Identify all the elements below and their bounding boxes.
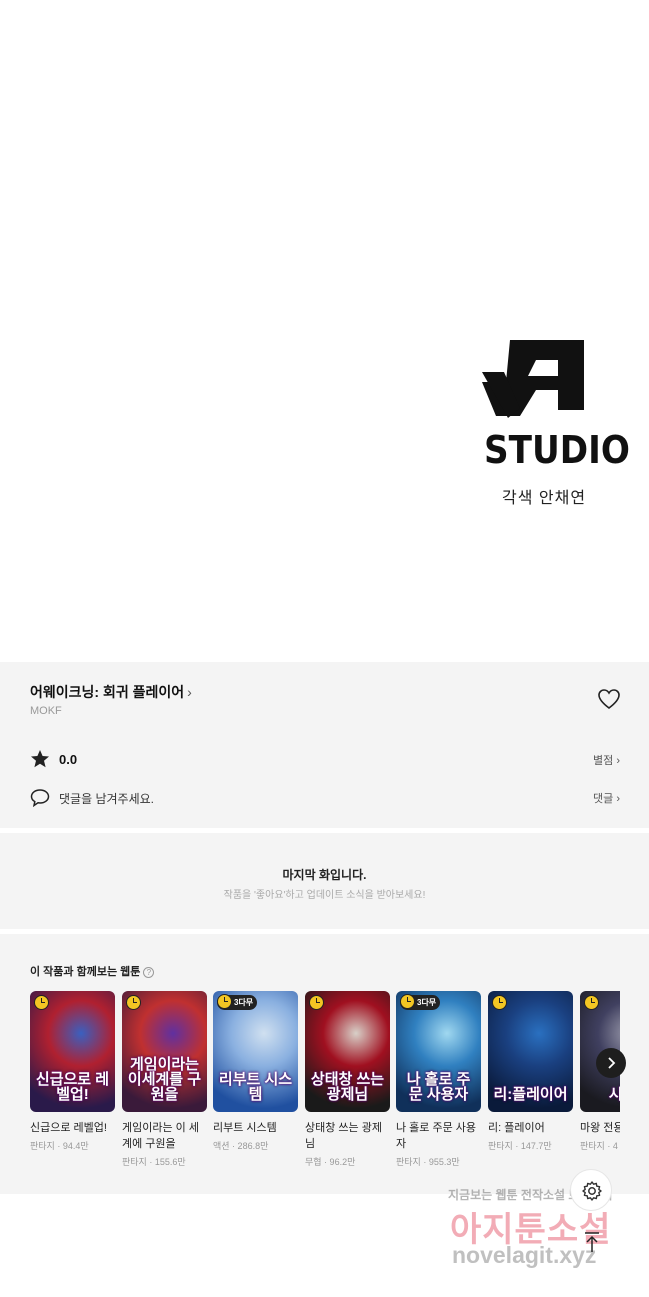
series-title: 어웨이크닝: 회귀 플레이어: [30, 684, 185, 700]
recommendation-carousel: 신급으로 레벨업! 신급으로 레벨업! 판타지 · 94.4만 게임이라는 이세계를 …: [30, 991, 620, 1191]
cover-logo-text: 나 홀로 주문 사용자: [406, 1071, 471, 1103]
recommendation-cover: 신급으로 레벨업!: [30, 991, 115, 1112]
series-author: MOKF: [30, 705, 62, 717]
recommendation-meta: 판타지 · 155.6만: [122, 1157, 186, 1167]
last-episode-title: 마지막 화입니다.: [282, 868, 367, 882]
series-info-panel: 어웨이크닝: 회귀 플레이어 › MOKF 0.0 별점 › 댓글을 남겨주세요.…: [0, 662, 649, 828]
scroll-to-top-button[interactable]: [576, 1226, 608, 1258]
recommendation-card[interactable]: 상태창 쓰는 광제님 상태창 쓰는 광제님 무협 · 96.2만: [305, 991, 390, 1168]
cover-logo-text: 리부트 시스템: [218, 1071, 293, 1103]
recommendation-meta: 판타지 · 94.4만: [30, 1141, 89, 1151]
help-icon[interactable]: ?: [143, 967, 155, 978]
arrow-up-icon: [585, 1232, 599, 1252]
recommendation-cover: 나 홀로 주문 사용자 3다무: [396, 991, 481, 1112]
last-episode-subtitle: 작품을 '좋아요'하고 업데이트 소식을 받아보세요!: [223, 890, 426, 901]
recommendation-title: 상태창 쓰는 광제님: [305, 1122, 382, 1150]
rate-link-label: 별점: [593, 755, 614, 767]
recommendation-meta: 판타지 · 955.3만: [396, 1157, 460, 1167]
recommendation-meta: 판타지 · 147.7만: [488, 1141, 552, 1151]
comments-link-label: 댓글: [593, 793, 614, 805]
recommendation-meta: 액션 · 286.8만: [213, 1141, 269, 1151]
star-icon: [31, 750, 49, 768]
recommendation-title: 게임이라는 이 세계에 구원을: [122, 1122, 199, 1150]
last-episode-notice: 마지막 화입니다. 작품을 '좋아요'하고 업데이트 소식을 받아보세요!: [0, 833, 649, 929]
clock-icon: [126, 995, 141, 1010]
rating-score: 0.0: [59, 752, 78, 767]
comment-bubble-icon: [30, 789, 50, 807]
recommendation-heading-text: 이 작품과 함께보는 웹툰: [30, 966, 141, 978]
recommendation-heading: 이 작품과 함께보는 웹툰?: [30, 963, 155, 979]
cover-logo-text: 게임이라는 이세계를 구원을: [127, 1056, 202, 1103]
comic-panel: STUDIO 각색 안채연: [0, 0, 649, 662]
comment-prompt[interactable]: 댓글을 남겨주세요.: [59, 790, 154, 807]
watermark-line3: novelagit.xyz: [452, 1242, 597, 1268]
badge-label: 3다무: [417, 998, 437, 1007]
recommendation-title: 리부트 시스템: [213, 1122, 277, 1134]
recommendation-section: 이 작품과 함께보는 웹툰? 신급으로 레벨업! 신급으로 레벨업! 판타지 · 9…: [0, 934, 649, 1194]
comment-row: 댓글을 남겨주세요. 댓글 ›: [30, 787, 620, 809]
chevron-right-icon: ›: [187, 684, 192, 700]
recommendation-title: 나 홀로 주문 사용자: [396, 1122, 477, 1150]
rate-link[interactable]: 별점 ›: [593, 752, 620, 768]
clock-icon: [584, 995, 599, 1010]
clock-icon: [217, 994, 232, 1009]
clock-icon: [400, 994, 415, 1009]
recommendation-cover: 상태창 쓰는 광제님: [305, 991, 390, 1112]
recommendation-cover: 게임이라는 이세계를 구원을: [122, 991, 207, 1112]
carousel-next-button[interactable]: [596, 1048, 626, 1078]
free-wait-badge: 3다무: [400, 994, 441, 1010]
recommendation-cover: 리부트 시스템 3다무: [213, 991, 298, 1112]
recommendation-meta: 무협 · 96.2만: [305, 1157, 356, 1167]
recommendation-card[interactable]: 신급으로 레벨업! 신급으로 레벨업! 판타지 · 94.4만: [30, 991, 115, 1152]
cover-logo-text: 신급으로 레벨업!: [35, 1071, 110, 1103]
free-wait-badge: 3다무: [217, 994, 258, 1010]
studio-wordmark: STUDIO: [484, 428, 630, 472]
cover-logo-text: 상태창 쓰는 광제님: [310, 1071, 385, 1103]
clock-icon: [309, 995, 324, 1010]
recommendation-cover: 리:플레이어: [488, 991, 573, 1112]
adaptation-credit: 각색 안채연: [502, 490, 587, 507]
settings-button[interactable]: [570, 1169, 612, 1211]
recommendation-card[interactable]: 리:플레이어리: 플레이어판타지 · 147.7만: [488, 991, 573, 1152]
cover-logo-text: 리:플레이어: [493, 1086, 568, 1103]
badge-label: 3다무: [234, 998, 254, 1007]
heart-icon[interactable]: [597, 688, 621, 710]
recommendation-title: 마왕 전용 시스템: [580, 1122, 620, 1134]
rating-row: 0.0 별점 ›: [30, 749, 620, 771]
recommendation-title: 신급으로 레벨업!: [30, 1122, 107, 1134]
studio-logo: [482, 340, 584, 418]
recommendation-card[interactable]: 리부트 시스템 3다무리부트 시스템액션 · 286.8만: [213, 991, 298, 1152]
recommendation-title: 리: 플레이어: [488, 1122, 545, 1134]
gear-icon: [582, 1181, 602, 1201]
recommendation-card[interactable]: 나 홀로 주문 사용자 3다무나 홀로 주문 사용자판타지 · 955.3만: [396, 991, 481, 1168]
chevron-right-icon: [608, 1057, 616, 1069]
clock-icon: [34, 995, 49, 1010]
clock-icon: [492, 995, 507, 1010]
series-title-link[interactable]: 어웨이크닝: 회귀 플레이어 ›: [30, 682, 192, 702]
recommendation-meta: 판타지 · 4: [580, 1141, 618, 1151]
comments-link[interactable]: 댓글 ›: [593, 790, 620, 806]
recommendation-card[interactable]: 게임이라는 이세계를 구원을게임이라는 이 세계에 구원을판타지 · 155.6…: [122, 991, 207, 1168]
cover-logo-text: 시스: [608, 1086, 620, 1103]
